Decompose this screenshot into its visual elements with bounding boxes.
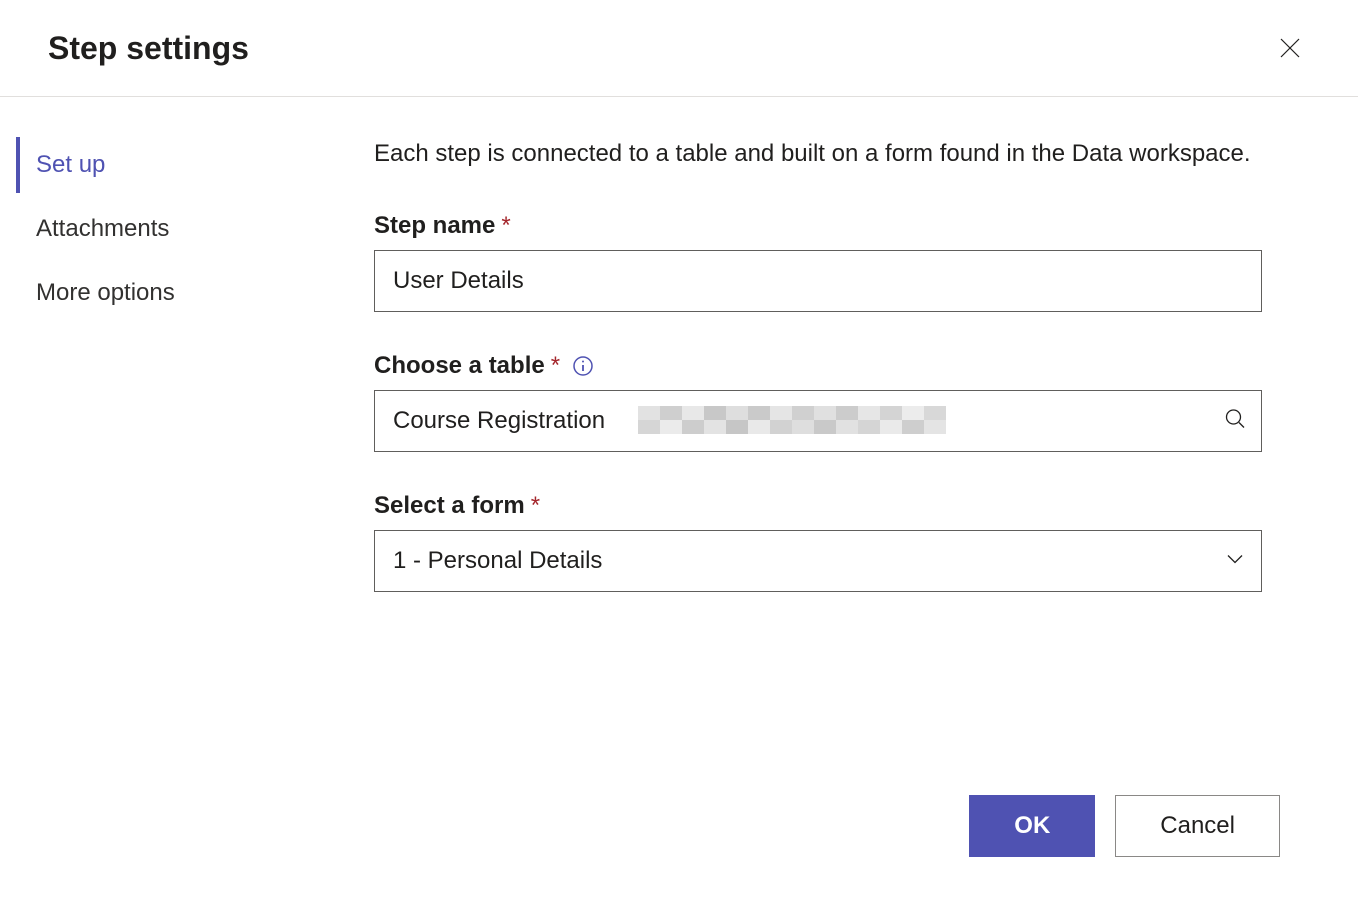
sidebar-item-label: More options	[36, 279, 175, 306]
choose-table-input[interactable]	[374, 390, 1262, 452]
required-indicator: *	[551, 352, 560, 380]
label-text: Select a form	[374, 492, 525, 520]
close-button[interactable]	[1270, 28, 1310, 68]
required-indicator: *	[531, 492, 540, 520]
step-name-input[interactable]	[374, 250, 1262, 312]
select-form-text: 1 - Personal Details	[393, 547, 602, 575]
sidebar-item-label: Attachments	[36, 215, 169, 242]
field-choose-table: Choose a table *	[374, 352, 1262, 452]
label-text: Choose a table	[374, 352, 545, 380]
cancel-button[interactable]: Cancel	[1115, 795, 1280, 857]
main-panel: Each step is connected to a table and bu…	[350, 137, 1310, 632]
sidebar-item-attachments[interactable]: Attachments	[16, 201, 350, 257]
field-label: Select a form *	[374, 492, 1262, 520]
info-icon[interactable]	[572, 355, 594, 377]
sidebar-item-label: Set up	[36, 151, 105, 178]
field-select-form: Select a form * 1 - Personal Details	[374, 492, 1262, 592]
field-label: Choose a table *	[374, 352, 1262, 380]
sidebar-item-more-options[interactable]: More options	[16, 265, 350, 321]
sidebar: Set up Attachments More options	[0, 137, 350, 632]
required-indicator: *	[501, 212, 510, 240]
field-label: Step name *	[374, 212, 1262, 240]
close-icon	[1278, 36, 1302, 60]
dialog-header: Step settings	[0, 0, 1358, 97]
panel-description: Each step is connected to a table and bu…	[374, 137, 1262, 172]
select-form-dropdown[interactable]: 1 - Personal Details	[374, 530, 1262, 592]
field-step-name: Step name *	[374, 212, 1262, 312]
ok-button[interactable]: OK	[969, 795, 1095, 857]
sidebar-item-setup[interactable]: Set up	[16, 137, 350, 193]
label-text: Step name	[374, 212, 495, 240]
dialog-footer: OK Cancel	[969, 795, 1280, 857]
dialog-body: Set up Attachments More options Each ste…	[0, 97, 1358, 632]
dialog-title: Step settings	[48, 30, 249, 67]
choose-table-lookup[interactable]	[374, 390, 1262, 452]
select-form-value[interactable]: 1 - Personal Details	[374, 530, 1262, 592]
